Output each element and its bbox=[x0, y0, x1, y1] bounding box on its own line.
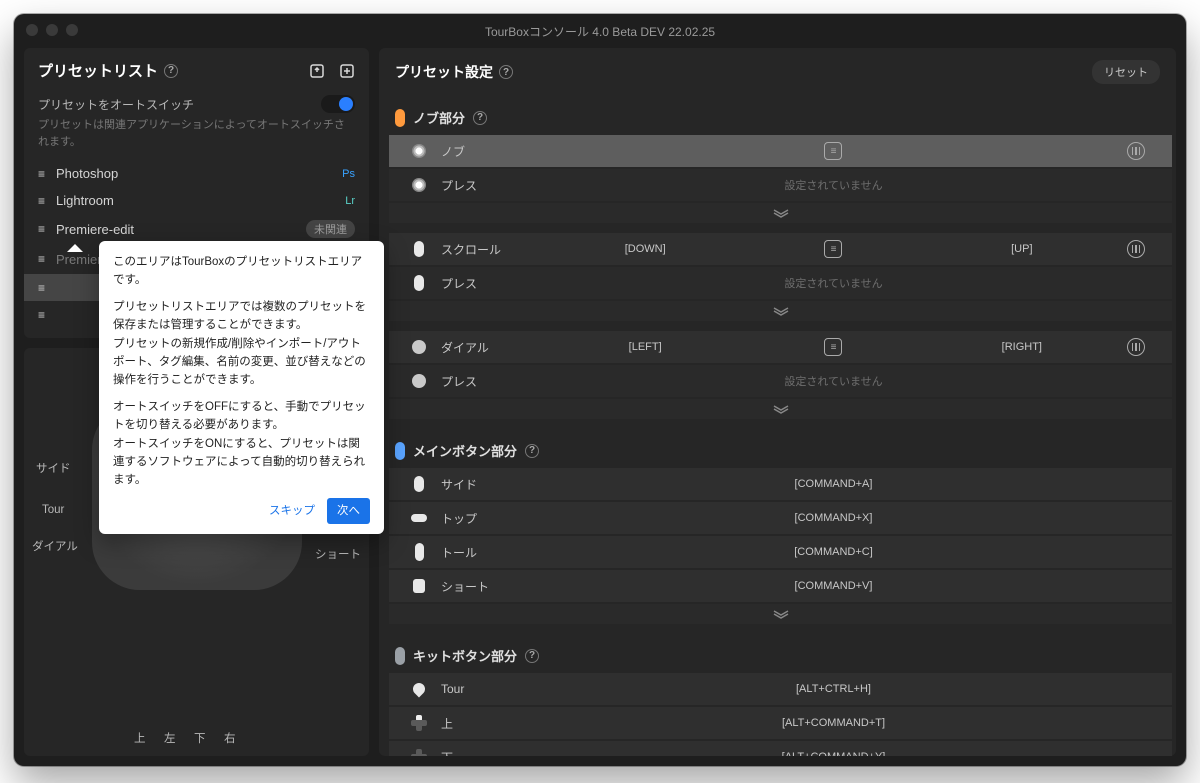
help-icon[interactable]: ? bbox=[473, 111, 487, 125]
top-icon bbox=[411, 514, 427, 522]
zoom-icon[interactable] bbox=[66, 24, 78, 36]
preset-item[interactable]: ≡ Premiere-edit 未関連 bbox=[38, 214, 355, 244]
haptic-icon[interactable] bbox=[1127, 142, 1145, 160]
preset-list-title: プリセットリスト ? bbox=[38, 60, 178, 81]
knob-section-icon bbox=[395, 109, 405, 127]
row-dial[interactable]: ダイアル [LEFT] ≡ [RIGHT] bbox=[389, 331, 1172, 363]
minimize-icon[interactable] bbox=[46, 24, 58, 36]
autoswitch-desc: プリセットは関連アプリケーションによってオートスイッチされます。 bbox=[38, 117, 355, 150]
side-icon bbox=[414, 476, 424, 492]
row-side[interactable]: サイド [COMMAND+A] bbox=[389, 468, 1172, 500]
drag-handle-icon[interactable]: ≡ bbox=[38, 222, 44, 236]
expand-row[interactable] bbox=[389, 301, 1172, 321]
dpad-down-icon bbox=[411, 749, 427, 756]
dpad-up-icon bbox=[411, 715, 427, 731]
settings-scroll[interactable]: ノブ部分 ? ノブ ≡ プレス 設定されていません bbox=[379, 96, 1176, 756]
haptic-icon[interactable] bbox=[1127, 240, 1145, 258]
app-window: TourBoxコンソール 4.0 Beta DEV 22.02.25 プリセット… bbox=[14, 14, 1186, 766]
row-scroll[interactable]: スクロール [DOWN] ≡ [UP] bbox=[389, 233, 1172, 265]
drag-handle-icon[interactable]: ≡ bbox=[38, 252, 44, 266]
onboarding-popover: このエリアはTourBoxのプリセットリストエリアです。 プリセットリストエリア… bbox=[99, 241, 384, 534]
help-icon[interactable]: ? bbox=[525, 444, 539, 458]
main-section-icon bbox=[395, 442, 405, 460]
app-tag: 未関連 bbox=[306, 220, 355, 238]
knob-icon bbox=[412, 178, 426, 192]
tour-icon bbox=[411, 681, 428, 698]
row-down[interactable]: 下 [ALT+COMMAND+Y] bbox=[389, 741, 1172, 756]
expand-row[interactable] bbox=[389, 399, 1172, 419]
scroll-icon bbox=[414, 241, 424, 257]
help-icon[interactable]: ? bbox=[164, 64, 178, 78]
autoswitch-toggle[interactable] bbox=[321, 95, 355, 113]
tall-icon bbox=[415, 543, 424, 561]
skip-button[interactable]: スキップ bbox=[263, 498, 321, 524]
row-up[interactable]: 上 [ALT+COMMAND+T] bbox=[389, 707, 1172, 739]
row-knob-press[interactable]: プレス 設定されていません bbox=[389, 169, 1172, 201]
dial-icon bbox=[412, 374, 426, 388]
scroll-icon bbox=[414, 275, 424, 291]
import-button[interactable] bbox=[309, 63, 325, 79]
window-title: TourBoxコンソール 4.0 Beta DEV 22.02.25 bbox=[485, 23, 715, 40]
haptic-icon[interactable] bbox=[1127, 338, 1145, 356]
preset-item[interactable]: ≡ Lightroom Lr bbox=[38, 187, 355, 214]
app-tag: Ps bbox=[342, 168, 355, 180]
section-kit: キットボタン部分 ? bbox=[389, 634, 1172, 673]
drag-handle-icon[interactable]: ≡ bbox=[38, 308, 44, 322]
section-knob: ノブ部分 ? bbox=[389, 96, 1172, 135]
add-preset-button[interactable] bbox=[339, 63, 355, 79]
expand-row[interactable] bbox=[389, 604, 1172, 624]
expand-row[interactable] bbox=[389, 203, 1172, 223]
row-short[interactable]: ショート [COMMAND+V] bbox=[389, 570, 1172, 602]
close-icon[interactable] bbox=[26, 24, 38, 36]
main-panel: プリセット設定 ? リセット ノブ部分 ? ノブ ≡ bbox=[379, 48, 1176, 756]
action-slot-icon[interactable]: ≡ bbox=[824, 338, 842, 356]
dial-icon bbox=[412, 340, 426, 354]
knob-icon bbox=[412, 144, 426, 158]
window-controls[interactable] bbox=[26, 24, 78, 36]
reset-button[interactable]: リセット bbox=[1092, 60, 1160, 84]
short-icon bbox=[413, 579, 425, 593]
row-tour[interactable]: Tour [ALT+CTRL+H] bbox=[389, 673, 1172, 705]
drag-handle-icon[interactable]: ≡ bbox=[38, 194, 44, 208]
titlebar: TourBoxコンソール 4.0 Beta DEV 22.02.25 bbox=[14, 14, 1186, 48]
app-tag: Lr bbox=[345, 195, 355, 207]
section-main: メインボタン部分 ? bbox=[389, 429, 1172, 468]
action-slot-icon[interactable]: ≡ bbox=[824, 142, 842, 160]
drag-handle-icon[interactable]: ≡ bbox=[38, 167, 44, 181]
row-top[interactable]: トップ [COMMAND+X] bbox=[389, 502, 1172, 534]
action-slot-icon[interactable]: ≡ bbox=[824, 240, 842, 258]
row-scroll-press[interactable]: プレス 設定されていません bbox=[389, 267, 1172, 299]
help-icon[interactable]: ? bbox=[499, 65, 513, 79]
preset-settings-title: プリセット設定 ? bbox=[395, 62, 513, 82]
autoswitch-label: プリセットをオートスイッチ bbox=[38, 96, 194, 113]
kit-section-icon bbox=[395, 647, 405, 665]
row-knob[interactable]: ノブ ≡ bbox=[389, 135, 1172, 167]
help-icon[interactable]: ? bbox=[525, 649, 539, 663]
preset-item[interactable]: ≡ Photoshop Ps bbox=[38, 160, 355, 187]
row-tall[interactable]: トール [COMMAND+C] bbox=[389, 536, 1172, 568]
drag-handle-icon[interactable]: ≡ bbox=[38, 281, 44, 295]
row-dial-press[interactable]: プレス 設定されていません bbox=[389, 365, 1172, 397]
next-button[interactable]: 次へ bbox=[327, 498, 370, 524]
